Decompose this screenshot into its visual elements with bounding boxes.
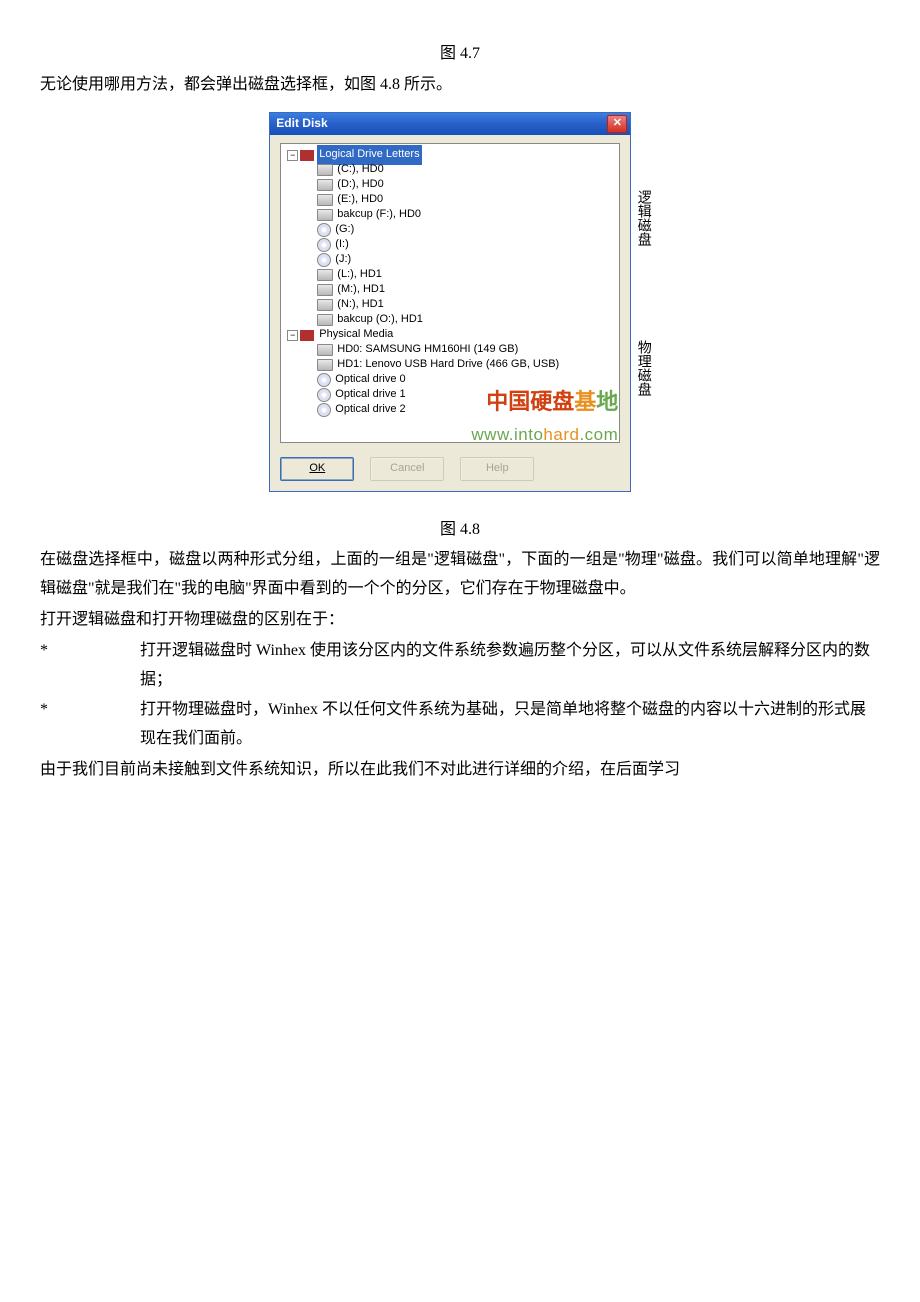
dialog-title: Edit Disk: [276, 113, 327, 135]
cd-icon: [317, 223, 331, 237]
collapse-icon[interactable]: −: [287, 150, 298, 161]
logical-header-row[interactable]: − Logical Drive Letters: [281, 148, 619, 163]
physical-drive-item[interactable]: HD1: Lenovo USB Hard Drive (466 GB, USB): [281, 358, 619, 373]
disk-icon: [317, 194, 333, 206]
bullet-text: 打开物理磁盘时，Winhex 不以任何文件系统为基础，只是简单地将整个磁盘的内容…: [140, 696, 880, 754]
logical-drive-item[interactable]: (M:), HD1: [281, 283, 619, 298]
bullet-star: *: [40, 637, 140, 695]
dialog-titlebar: Edit Disk ✕: [270, 113, 630, 135]
dialog-buttons: OK Cancel Help: [270, 451, 630, 491]
logical-drive-item[interactable]: (D:), HD0: [281, 178, 619, 193]
cd-icon: [317, 388, 331, 402]
bullet-item: * 打开物理磁盘时，Winhex 不以任何文件系统为基础，只是简单地将整个磁盘的…: [40, 696, 880, 754]
logical-drive-item[interactable]: (I:): [281, 238, 619, 253]
annotation-physical: 物理磁盘: [635, 340, 650, 410]
disk-tree[interactable]: − Logical Drive Letters (C:), HD0 (D:), …: [280, 143, 620, 443]
logical-drive-item[interactable]: (N:), HD1: [281, 298, 619, 313]
logical-drive-item[interactable]: (J:): [281, 253, 619, 268]
disk-icon: [317, 179, 333, 191]
logical-drive-item[interactable]: (L:), HD1: [281, 268, 619, 283]
help-button[interactable]: Help: [460, 457, 534, 481]
paragraph: 由于我们目前尚未接触到文件系统知识，所以在此我们不对此进行详细的介绍，在后面学习: [40, 756, 880, 785]
physical-drive-item[interactable]: Optical drive 2: [281, 403, 619, 418]
annotation-logical: 逻辑磁盘: [635, 190, 650, 260]
category-icon: [300, 150, 314, 161]
logical-drive-item[interactable]: (E:), HD0: [281, 193, 619, 208]
figure-caption-47: 图 4.7: [40, 40, 880, 69]
edit-disk-dialog: Edit Disk ✕ − Logical Drive Letters (C:)…: [269, 112, 631, 492]
dialog-figure-wrap: Edit Disk ✕ − Logical Drive Letters (C:)…: [40, 112, 880, 492]
disk-icon: [317, 164, 333, 176]
logical-drive-item[interactable]: bakcup (F:), HD0: [281, 208, 619, 223]
close-icon: ✕: [613, 118, 622, 129]
cd-icon: [317, 253, 331, 267]
paragraph: 打开逻辑磁盘和打开物理磁盘的区别在于：: [40, 606, 880, 635]
disk-icon: [317, 299, 333, 311]
cd-icon: [317, 403, 331, 417]
cd-icon: [317, 238, 331, 252]
ok-button[interactable]: OK: [280, 457, 354, 481]
cancel-button[interactable]: Cancel: [370, 457, 444, 481]
close-button[interactable]: ✕: [607, 115, 627, 133]
logical-drive-item[interactable]: (C:), HD0: [281, 163, 619, 178]
disk-icon: [317, 284, 333, 296]
cd-icon: [317, 373, 331, 387]
disk-icon: [317, 209, 333, 221]
intro-line: 无论使用哪用方法，都会弹出磁盘选择框，如图 4.8 所示。: [40, 71, 880, 100]
side-annotations: 逻辑磁盘 物理磁盘: [635, 140, 650, 410]
disk-icon: [317, 359, 333, 371]
collapse-icon[interactable]: −: [287, 330, 298, 341]
disk-icon: [317, 269, 333, 281]
category-icon: [300, 330, 314, 341]
bullet-text: 打开逻辑磁盘时 Winhex 使用该分区内的文件系统参数遍历整个分区，可以从文件…: [140, 637, 880, 695]
bullet-item: * 打开逻辑磁盘时 Winhex 使用该分区内的文件系统参数遍历整个分区，可以从…: [40, 637, 880, 695]
bullet-star: *: [40, 696, 140, 754]
disk-icon: [317, 344, 333, 356]
physical-drive-item[interactable]: Optical drive 1: [281, 388, 619, 403]
paragraph: 在磁盘选择框中，磁盘以两种形式分组，上面的一组是"逻辑磁盘"，下面的一组是"物理…: [40, 546, 880, 604]
logical-drive-item[interactable]: (G:): [281, 223, 619, 238]
figure-caption-48: 图 4.8: [40, 516, 880, 545]
